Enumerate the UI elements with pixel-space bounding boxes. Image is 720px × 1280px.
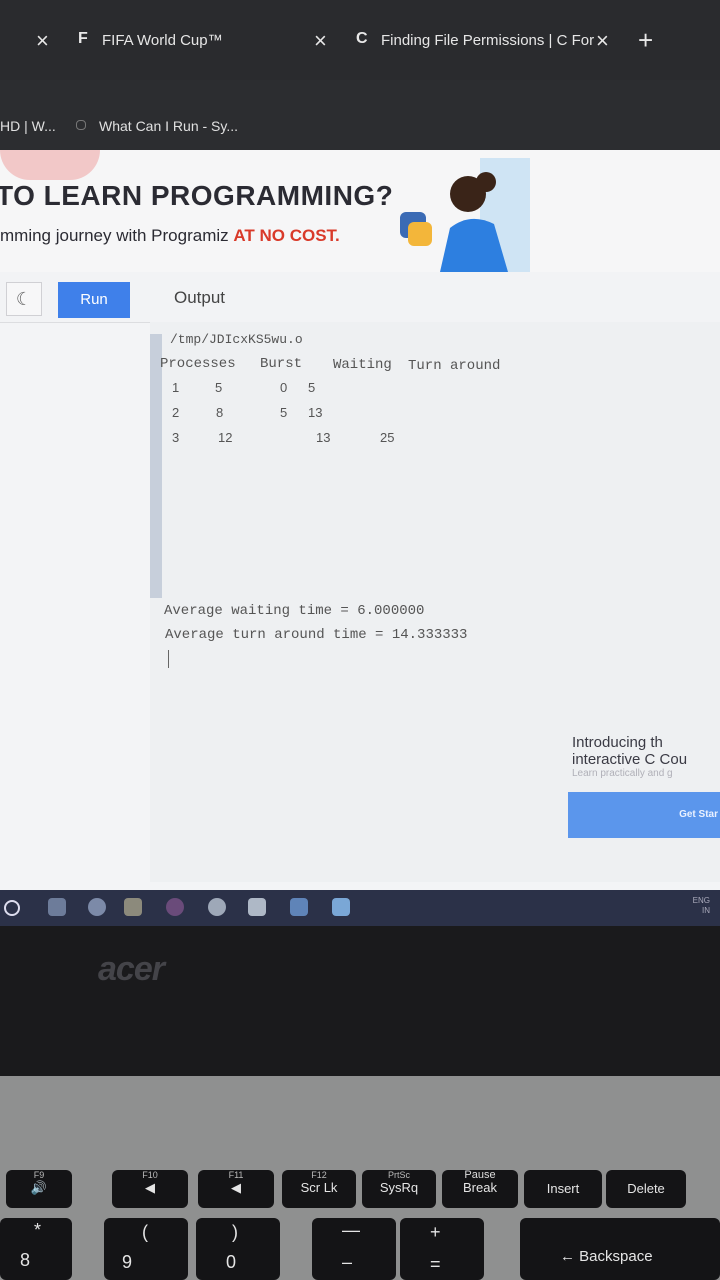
promo-banner[interactable]: TO LEARN PROGRAMMING? mming journey with… [0, 150, 720, 272]
key-backspace[interactable]: ← Backspace [520, 1218, 720, 1280]
header-burst: Burst [260, 356, 303, 372]
tab-finding-file-permissions[interactable]: Finding File Permissions | C For [381, 32, 594, 49]
table-row: 3 12 13 25 [150, 424, 720, 454]
laptop-bezel [0, 926, 720, 1076]
system-tray[interactable]: ENG IN [693, 896, 710, 916]
banner-decoration [0, 150, 100, 180]
editor-toolbar: ☾ Run Output [0, 272, 720, 323]
app-icon[interactable] [166, 898, 184, 916]
chrome-icon[interactable] [208, 898, 226, 916]
taskbar: ENG IN [0, 890, 720, 926]
key-0[interactable]: ) 0 [196, 1218, 280, 1280]
key-8[interactable]: * 8 [0, 1218, 72, 1280]
tray-language: ENG [692, 896, 710, 905]
text-cursor [168, 650, 169, 668]
close-tab-icon[interactable]: × [314, 30, 327, 52]
cell-process: 3 [172, 430, 180, 445]
cell-process: 2 [172, 405, 180, 420]
cell-burst: 12 [218, 430, 233, 445]
header-turnaround: Turn around [408, 358, 501, 374]
banner-illustration [400, 158, 530, 272]
banner-subline-text: mming journey with Programiz [0, 226, 234, 245]
fifa-favicon-icon: F [78, 30, 88, 47]
key-equals[interactable]: + = [400, 1218, 484, 1280]
programiz-page: TO LEARN PROGRAMMING? mming journey with… [0, 150, 720, 890]
course-promo: Introducing th interactive C Cou Learn p… [572, 734, 720, 779]
tray-region: IN [702, 906, 710, 915]
keyboard: F9 🔊 F10 ◀ F11 ◀ F12 Scr Lk PrtSc SysRq Pause… [0, 1168, 720, 1280]
key-f9[interactable]: F9 🔊 [6, 1170, 72, 1208]
cell-turnaround: 25 [380, 430, 395, 445]
file-explorer-icon[interactable] [124, 898, 142, 916]
header-waiting: Waiting [333, 357, 392, 373]
average-turnaround-time: Average turn around time = 14.333333 [165, 627, 468, 643]
cell-process: 1 [172, 380, 180, 395]
key-insert[interactable]: Insert [524, 1170, 602, 1208]
promo-line-3: Learn practically and g [572, 768, 673, 779]
key-f10[interactable]: F10 ◀ [112, 1170, 188, 1208]
bookmark-favicon-icon [76, 120, 86, 130]
bookmark-what-can-i-run[interactable]: What Can I Run - Sy... [99, 118, 238, 134]
cell-burst: 8 [216, 405, 224, 420]
key-minus[interactable]: — – [312, 1218, 396, 1280]
acer-logo: acer [98, 950, 165, 988]
key-prtsc[interactable]: PrtSc SysRq [362, 1170, 436, 1208]
banner-subline: mming journey with Programiz AT NO COST. [0, 226, 340, 246]
close-tab-icon[interactable]: × [36, 30, 49, 52]
app-icon[interactable] [332, 898, 350, 916]
cell-waiting: 5 [280, 405, 288, 420]
app-icon[interactable] [290, 898, 308, 916]
cell-turnaround: 13 [308, 405, 323, 420]
get-started-button[interactable]: Get Star [568, 792, 720, 838]
app-icon[interactable] [88, 898, 106, 916]
key-f12[interactable]: F12 Scr Lk [282, 1170, 356, 1208]
theme-toggle-icon[interactable]: ☾ [6, 282, 42, 316]
bookmark-hd[interactable]: HD | W... [0, 118, 56, 134]
cell-waiting: 0 [280, 380, 288, 395]
output-label: Output [174, 288, 226, 307]
taskview-icon[interactable] [48, 898, 66, 916]
banner-headline: TO LEARN PROGRAMMING? [0, 180, 394, 211]
average-waiting-time: Average waiting time = 6.000000 [164, 603, 425, 619]
cell-waiting: 13 [316, 430, 331, 445]
promo-line-1: Introducing th [572, 734, 663, 751]
key-9[interactable]: ( 9 [104, 1218, 188, 1280]
run-button[interactable]: Run [58, 282, 130, 318]
cell-turnaround: 5 [308, 380, 316, 395]
promo-line-2: interactive C Cou [572, 751, 688, 768]
search-icon[interactable] [4, 900, 20, 916]
close-tab-icon[interactable]: × [596, 30, 609, 52]
key-f11[interactable]: F11 ◀ [198, 1170, 274, 1208]
new-tab-icon[interactable]: + [638, 27, 653, 53]
c-favicon-icon: C [356, 30, 368, 47]
key-pause[interactable]: Pause Break [442, 1170, 518, 1208]
header-processes: Processes [160, 356, 236, 372]
bookmarks-bar: HD | W... What Can I Run - Sy... [0, 80, 720, 150]
app-icon[interactable] [248, 898, 266, 916]
key-delete[interactable]: Delete [606, 1170, 686, 1208]
output-path: /tmp/JDIcxKS5wu.o [170, 332, 303, 347]
banner-subline-highlight: AT NO COST. [233, 226, 340, 245]
tab-fifa-world-cup[interactable]: FIFA World Cup™ [102, 32, 223, 49]
cell-burst: 5 [215, 380, 223, 395]
browser-tab-bar: × F FIFA World Cup™ × C Finding File Per… [0, 0, 720, 80]
